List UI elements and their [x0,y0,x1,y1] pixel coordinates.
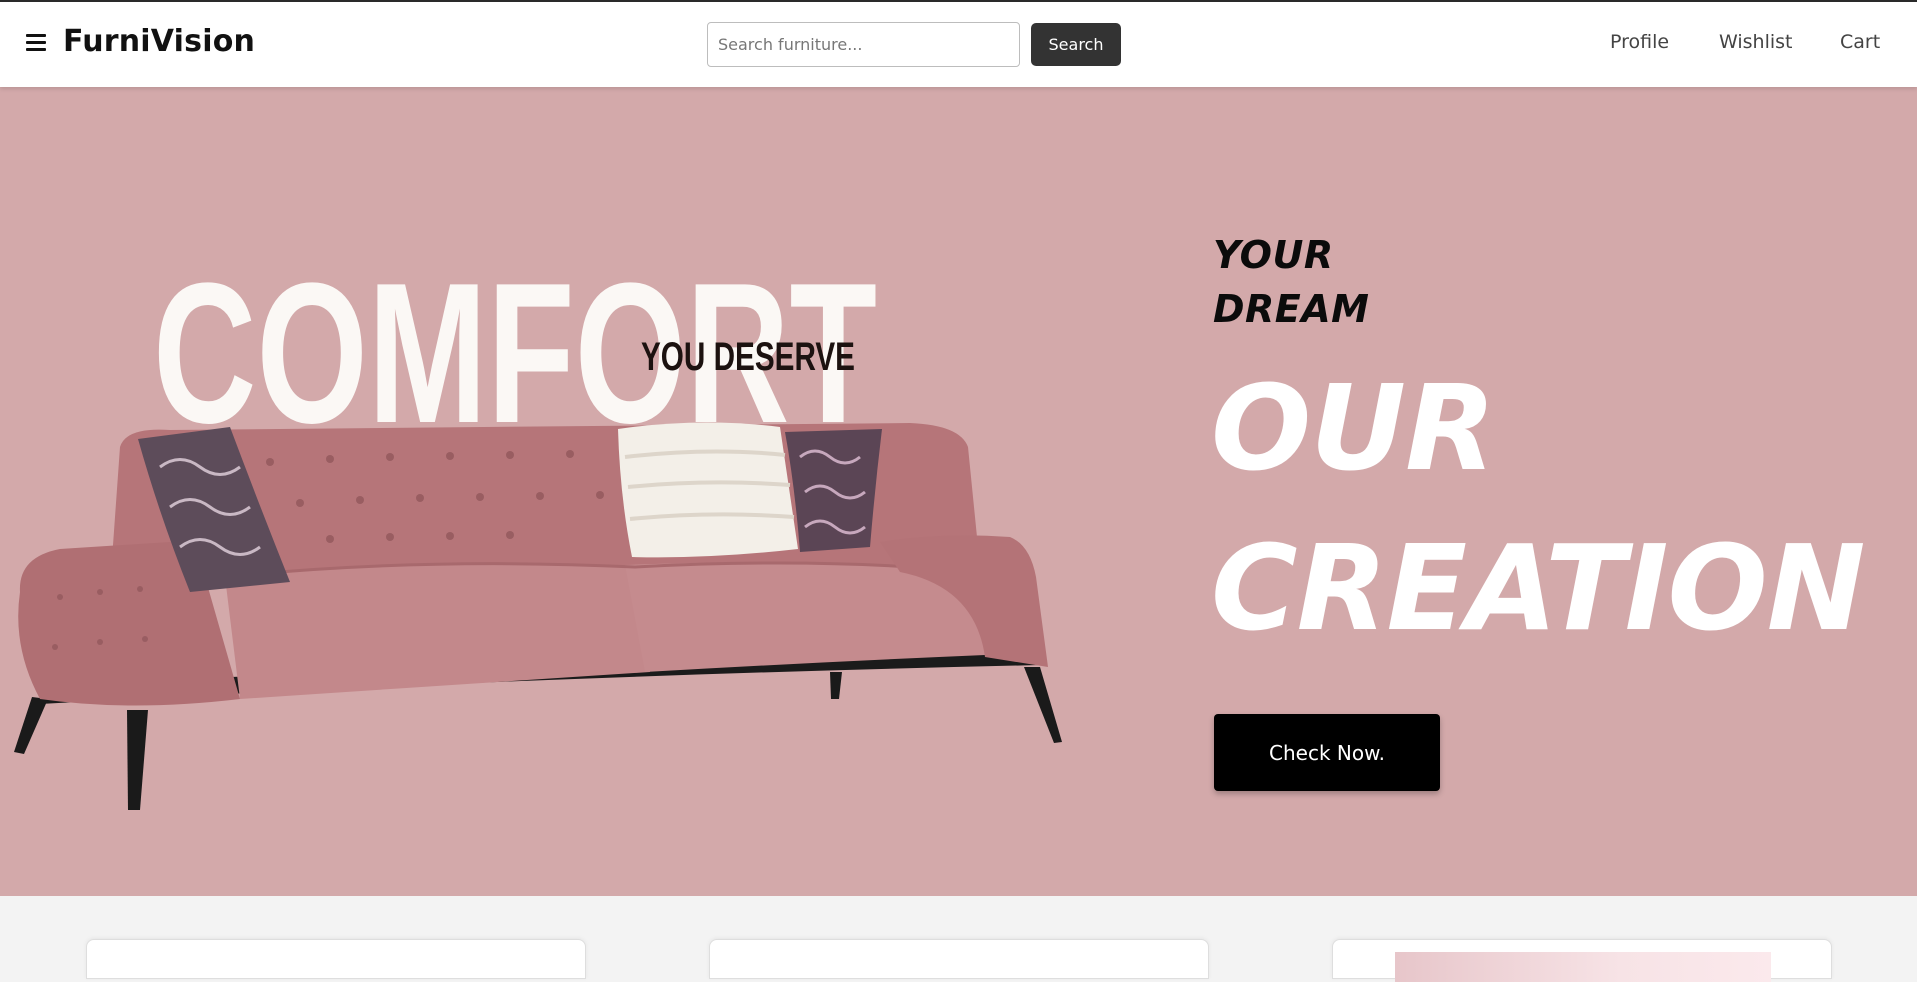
navbar: FurniVision Search Profile Wishlist Cart [0,2,1917,87]
check-now-button[interactable]: Check Now. [1214,714,1440,791]
hero-sofa-image: COMFORT YOU DESERVE [14,242,1062,810]
menu-icon[interactable] [24,30,48,54]
tagline-dream: DREAM [1213,287,1370,331]
nav-profile[interactable]: Profile [1610,31,1669,53]
nav-wishlist[interactable]: Wishlist [1719,31,1793,53]
product-card[interactable] [1332,939,1832,982]
product-thumbnail [1395,952,1771,982]
tagline-creation: CREATION [1211,519,1866,657]
search-input[interactable] [707,22,1020,67]
seat-cushion-left [225,563,650,699]
hero-banner: COMFORT YOU DESERVE YOUR DREAM OUR CREAT… [0,87,1917,896]
tagline-our: OUR [1211,359,1496,497]
pillow-white [618,422,798,558]
nav-cart[interactable]: Cart [1840,31,1880,53]
product-card[interactable] [709,939,1209,979]
logo[interactable]: FurniVision [63,24,255,59]
product-cards-section [0,896,1917,982]
search-button[interactable]: Search [1031,23,1121,66]
tagline-your: YOUR [1213,233,1334,277]
you-deserve-text: YOU DESERVE [641,335,855,379]
product-card[interactable] [86,939,586,979]
